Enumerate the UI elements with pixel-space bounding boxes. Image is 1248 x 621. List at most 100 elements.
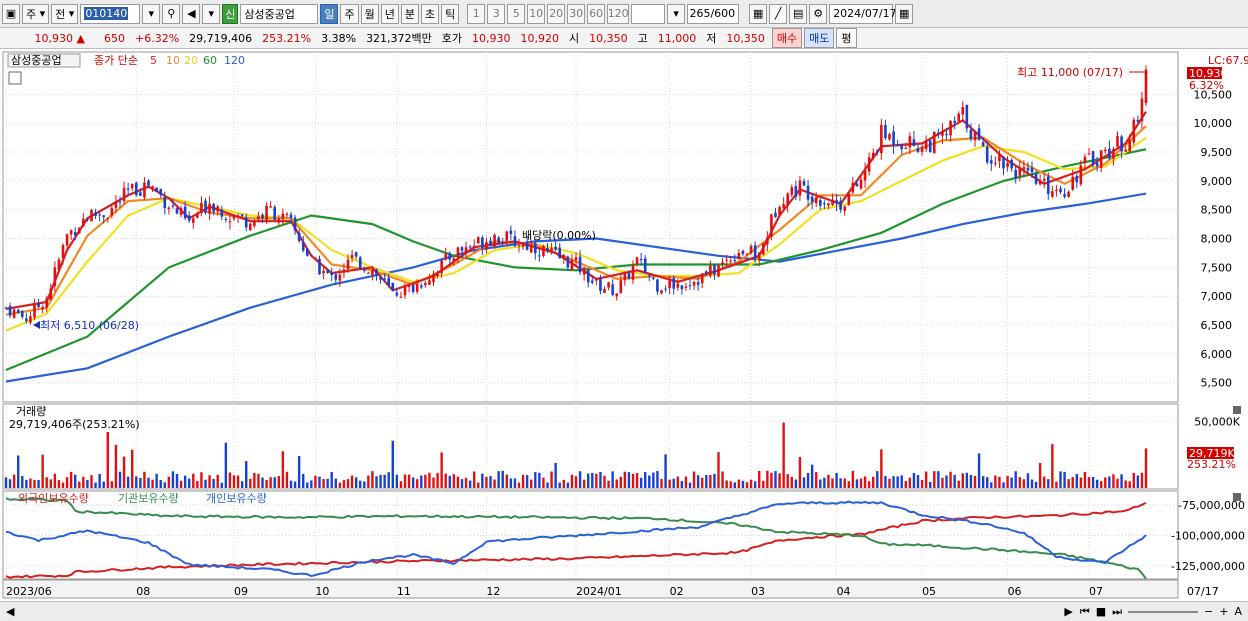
volume-bar [961, 473, 964, 488]
candle-body [1030, 167, 1034, 172]
candle-body [90, 209, 93, 222]
interval-120-button[interactable]: 120 [607, 3, 630, 24]
volume-bar [29, 478, 32, 488]
volume-bar [179, 480, 183, 488]
volume-bar [1091, 477, 1095, 488]
interval-10-button[interactable]: 10 [527, 3, 546, 24]
volume-bar [969, 474, 973, 488]
ma-legend-10: 10 [166, 54, 180, 67]
x-tick-label: 2023/06 [6, 585, 52, 598]
zoom-out-icon[interactable]: − [1204, 605, 1213, 618]
speaker-icon[interactable]: ◀ [182, 3, 201, 24]
chevron-down-icon[interactable]: ▾ [142, 3, 161, 24]
period-year-button[interactable]: 년 [380, 3, 399, 24]
chevron-down-icon[interactable]: ▾ [202, 3, 221, 24]
volume-bar [635, 473, 639, 488]
volume-bar [1087, 477, 1091, 488]
volume-bar [1047, 479, 1050, 488]
volume-bar [403, 474, 407, 488]
candle-body [253, 221, 256, 226]
first-icon[interactable]: ⏮ [1080, 605, 1090, 619]
zoom-in-icon[interactable]: + [1219, 605, 1228, 618]
candle-body [977, 128, 981, 140]
volume-bar [444, 473, 447, 488]
save-icon[interactable]: ▤ [789, 3, 808, 24]
gear-icon[interactable]: ⚙ [809, 3, 828, 24]
candle-body [1034, 174, 1038, 184]
period-minute-button[interactable]: 분 [400, 3, 419, 24]
volume-close-icon[interactable] [1233, 406, 1241, 414]
price-panel-frame [2, 51, 1179, 403]
stop-icon[interactable]: ■ [1096, 605, 1106, 618]
line-tool-icon[interactable]: ╱ [769, 3, 788, 24]
volume-bar [786, 474, 789, 488]
volume-bar [1095, 479, 1099, 488]
interval-30-button[interactable]: 30 [567, 3, 586, 24]
market-select[interactable]: 주 ▾ [22, 3, 50, 24]
interval-3-button[interactable]: 3 [487, 3, 506, 24]
buy-button[interactable]: 매수 [771, 28, 803, 48]
interval-60-button[interactable]: 60 [587, 3, 606, 24]
candle-body [627, 273, 631, 279]
table-toggle-icon[interactable] [8, 71, 22, 85]
interval-1-button[interactable]: 1 [467, 3, 486, 24]
zoom-slider[interactable] [1128, 610, 1199, 613]
candle-body [884, 124, 887, 139]
volume-bar [725, 480, 728, 488]
candle-body [798, 180, 802, 196]
volume-bar [424, 474, 427, 488]
sell-button[interactable]: 매도 [804, 28, 835, 48]
font-size-icon[interactable]: A [1234, 605, 1242, 618]
candle-body [1055, 189, 1058, 191]
volume-bar [1120, 474, 1123, 488]
stock-name-field[interactable]: 삼성중공업 [240, 3, 319, 24]
period-tick-button[interactable]: 틱 [441, 3, 460, 24]
volume-bar [1132, 473, 1135, 488]
candle-body [574, 257, 578, 261]
volume-bar [924, 471, 928, 488]
candle-body [924, 141, 928, 150]
volume-bar [326, 478, 329, 488]
period-week-button[interactable]: 주 [340, 3, 359, 24]
volume-bar [281, 451, 285, 488]
volume-bar [346, 479, 350, 488]
period-day-button[interactable]: 일 [320, 3, 339, 24]
date-field[interactable]: 2024/07/17 [829, 3, 897, 24]
candle-body [619, 280, 623, 294]
period-month-button[interactable]: 월 [360, 3, 379, 24]
stock-code-input[interactable]: 010140 [80, 3, 141, 24]
layout-icon[interactable]: ▣ [2, 3, 20, 24]
candle-body [375, 269, 378, 275]
candle-tool-icon[interactable]: ▦ [749, 3, 768, 24]
candle-body [134, 182, 138, 196]
search-icon[interactable]: ⚲ [162, 3, 181, 24]
interval-5-button[interactable]: 5 [507, 3, 526, 24]
ask-price: 10,930 [472, 31, 511, 45]
prev-select[interactable]: 전 ▾ [51, 3, 79, 24]
candle-body [916, 148, 920, 153]
interval-20-button[interactable]: 20 [547, 3, 566, 24]
last-icon[interactable]: ⏭ [1112, 605, 1122, 619]
chart-svg[interactable]: 10,50010,0009,5009,0008,5008,0007,5007,0… [0, 50, 1248, 601]
low-annotation: 최저 6,510 (06/28) [40, 319, 139, 332]
period-second-button[interactable]: 초 [420, 3, 440, 24]
scroll-right-icon[interactable]: ▶ [1064, 605, 1072, 618]
candle-body [122, 187, 126, 202]
custom-interval-input[interactable] [631, 3, 666, 24]
volume-bar [485, 476, 488, 488]
volume-bar [314, 475, 317, 488]
volume-bar [253, 472, 256, 488]
holding-close-icon[interactable] [1233, 493, 1241, 501]
candle-body [513, 236, 517, 246]
data-count-field[interactable]: 265/600 [687, 3, 740, 24]
volume-bar [656, 470, 659, 488]
chart-area[interactable]: 10,500 10,000 9,500 9,000 8,500 8,000 7,500 7,0… [0, 50, 1248, 621]
even-button[interactable]: 평 [836, 28, 857, 48]
candle-body [639, 258, 643, 261]
chevron-down-icon[interactable]: ▾ [667, 3, 686, 24]
volume-bar [973, 475, 977, 488]
scroll-left-icon[interactable]: ◀ [6, 605, 14, 618]
volume-bar [839, 478, 842, 488]
candle-body [20, 311, 24, 317]
calendar-icon[interactable]: ▦ [895, 3, 914, 24]
